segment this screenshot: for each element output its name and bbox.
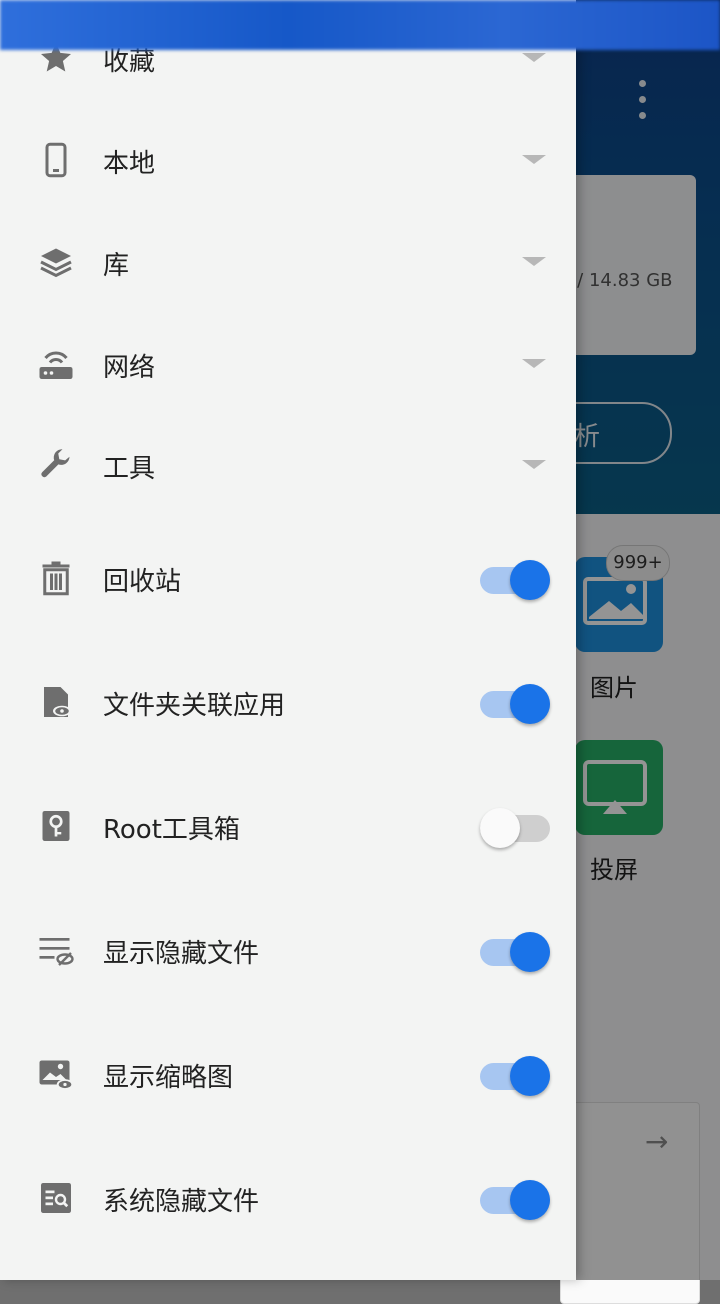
trash-icon bbox=[42, 561, 70, 596]
show-hidden-switch[interactable] bbox=[480, 930, 552, 974]
drawer-toggle-root-toolbox[interactable]: Root工具箱 bbox=[0, 781, 576, 871]
drawer-toggle-show-hidden[interactable]: 显示隐藏文件 bbox=[0, 905, 576, 995]
drawer-item-label: 显示缩略图 bbox=[103, 1063, 234, 1093]
drawer-item-label: 网络 bbox=[103, 353, 156, 383]
system-hidden-icon bbox=[41, 1183, 71, 1213]
chevron-down-icon[interactable] bbox=[522, 155, 546, 164]
folder-apps-switch[interactable] bbox=[480, 682, 552, 726]
thumbnail-icon bbox=[39, 1060, 74, 1090]
router-icon bbox=[39, 351, 73, 379]
chevron-down-icon[interactable] bbox=[522, 257, 546, 266]
drawer-toggle-recycle-bin[interactable]: 回收站 bbox=[0, 533, 576, 623]
drawer-item-label: 文件夹关联应用 bbox=[103, 691, 286, 721]
layers-icon bbox=[40, 248, 72, 278]
navigation-drawer: 收藏 本地 库 网络 工具 回收站 文件夹关联应用 Root工具箱 显示隐藏文件… bbox=[0, 0, 576, 1280]
drawer-toggle-system-hidden[interactable]: 系统隐藏文件 bbox=[0, 1153, 576, 1243]
drawer-item-label: 库 bbox=[103, 251, 130, 281]
phone-icon bbox=[45, 142, 67, 178]
drawer-item-label: 回收站 bbox=[103, 567, 182, 597]
chevron-down-icon[interactable] bbox=[522, 53, 546, 62]
drawer-item-label: 工具 bbox=[103, 454, 156, 484]
drawer-toggle-thumbnails[interactable]: 显示缩略图 bbox=[0, 1029, 576, 1119]
drawer-item-tools[interactable]: 工具 bbox=[0, 420, 576, 510]
root-toolbox-switch[interactable] bbox=[480, 806, 552, 850]
drawer-item-library[interactable]: 库 bbox=[0, 217, 576, 307]
hidden-files-icon bbox=[39, 938, 74, 966]
drawer-item-label: 本地 bbox=[103, 149, 156, 179]
wrench-icon bbox=[41, 449, 70, 478]
drawer-item-label: 系统隐藏文件 bbox=[103, 1187, 260, 1217]
root-key-icon bbox=[42, 811, 70, 841]
file-eye-icon bbox=[44, 687, 71, 717]
chevron-down-icon[interactable] bbox=[522, 460, 546, 469]
drawer-item-network[interactable]: 网络 bbox=[0, 319, 576, 409]
recycle-bin-switch[interactable] bbox=[480, 558, 552, 602]
system-hidden-switch[interactable] bbox=[480, 1178, 552, 1222]
chevron-down-icon[interactable] bbox=[522, 359, 546, 368]
drawer-toggle-folder-apps[interactable]: 文件夹关联应用 bbox=[0, 657, 576, 747]
drawer-item-local[interactable]: 本地 bbox=[0, 115, 576, 205]
drawer-item-label: Root工具箱 bbox=[103, 815, 240, 845]
drawer-item-label: 显示隐藏文件 bbox=[103, 939, 260, 969]
status-bar bbox=[0, 0, 720, 50]
thumbnails-switch[interactable] bbox=[480, 1054, 552, 1098]
